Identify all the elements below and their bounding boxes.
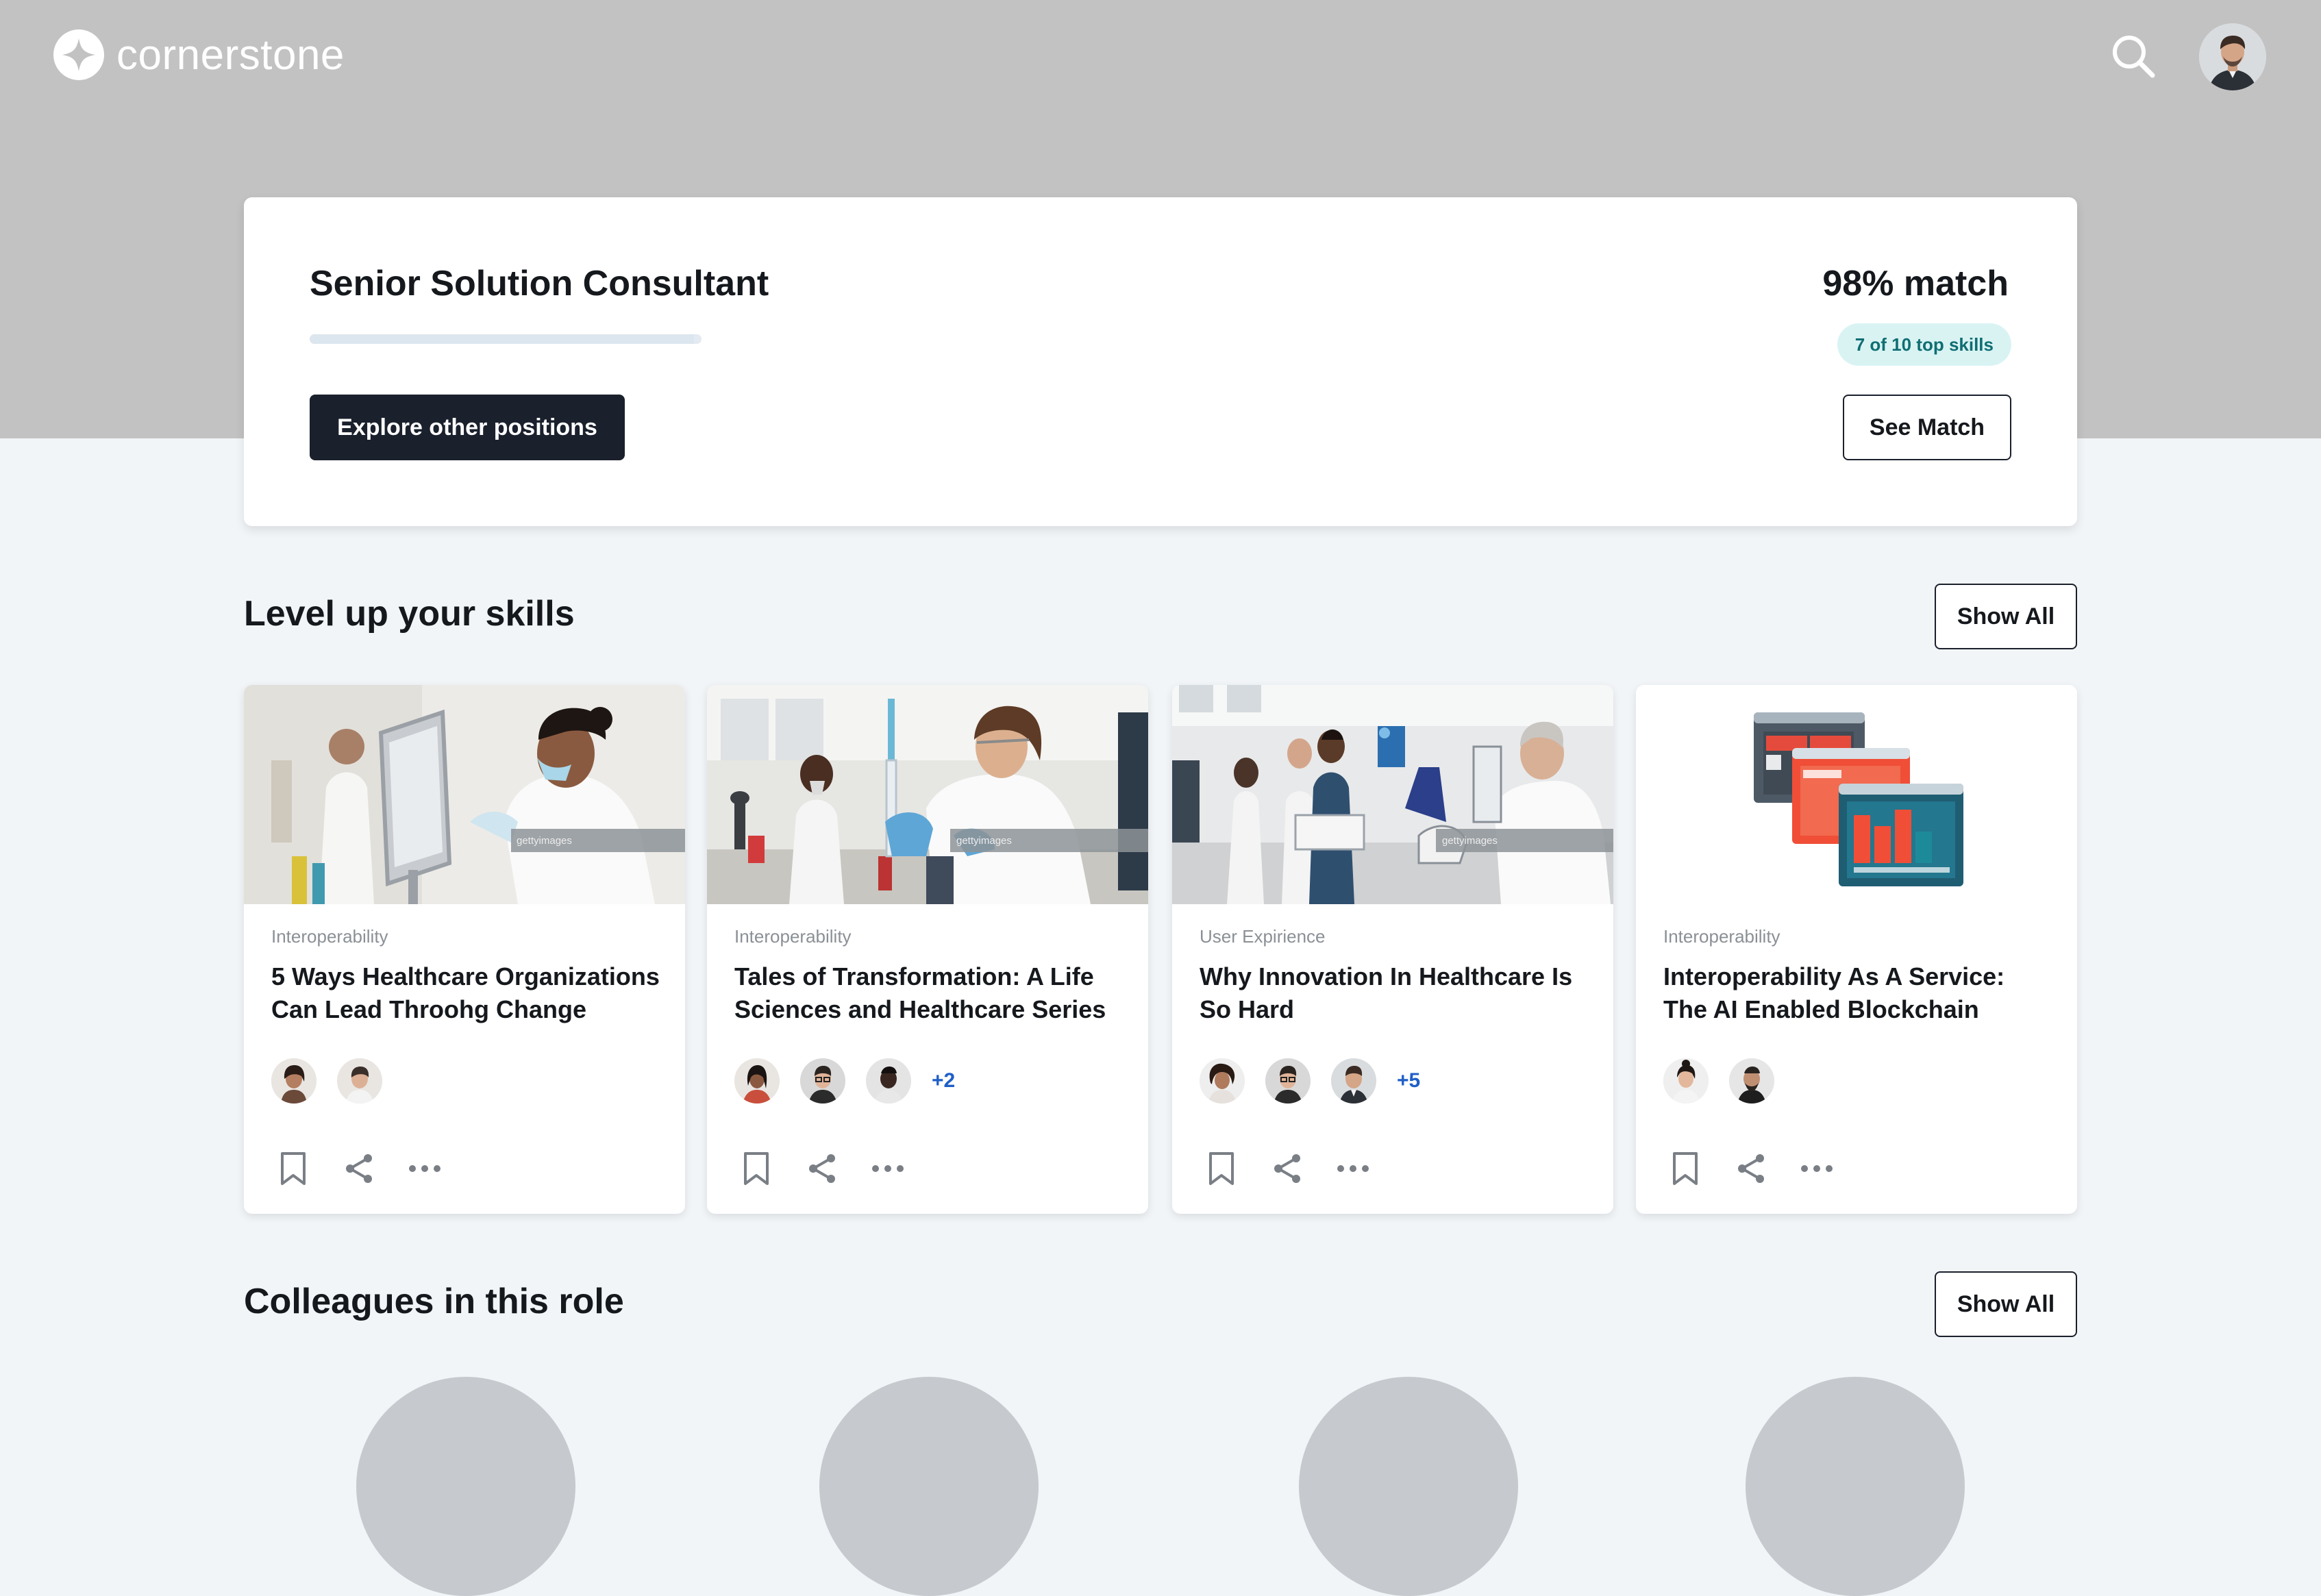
svg-text:gettyimages: gettyimages (956, 835, 1012, 847)
top-skills-badge: 7 of 10 top skills (1837, 323, 2011, 366)
skills-show-all-button[interactable]: Show All (1935, 584, 2077, 649)
logo-text: cornerstone (116, 31, 345, 79)
card-1-actions (271, 1143, 447, 1195)
colleague-avatar[interactable] (1299, 1377, 1518, 1596)
card-2-people: +2 (734, 1058, 955, 1104)
card-3-title[interactable]: Why Innovation In Healthcare Is So Hard (1200, 960, 1590, 1026)
card-1-people (271, 1058, 403, 1104)
person-avatar (800, 1058, 845, 1104)
bookmark-icon[interactable] (734, 1147, 778, 1190)
more-options-icon[interactable] (403, 1147, 447, 1190)
user-avatar[interactable] (2199, 23, 2266, 90)
card-3-image: gettyimages (1172, 685, 1613, 904)
card-4-actions (1663, 1143, 1839, 1195)
person-avatar (1200, 1058, 1245, 1104)
svg-text:gettyimages: gettyimages (517, 835, 572, 847)
colleague-avatar[interactable] (356, 1377, 575, 1596)
bookmark-icon[interactable] (1200, 1147, 1243, 1190)
cornerstone-logo[interactable]: cornerstone (53, 27, 345, 82)
card-4-category: Interoperability (1663, 926, 1780, 947)
card-2-extra-count[interactable]: +2 (932, 1069, 955, 1093)
skill-card-2[interactable]: gettyimages Interoperability Tales of Tr… (707, 685, 1148, 1214)
explore-positions-button[interactable]: Explore other positions (310, 395, 625, 460)
person-avatar (1265, 1058, 1311, 1104)
cornerstone-star-icon (53, 29, 104, 80)
card-2-title[interactable]: Tales of Transformation: A Life Sciences… (734, 960, 1125, 1026)
card-3-people: +5 (1200, 1058, 1420, 1104)
card-4-title[interactable]: Interoperability As A Service: The AI En… (1663, 960, 2054, 1026)
card-1-title[interactable]: 5 Ways Healthcare Organizations Can Lead… (271, 960, 662, 1026)
svg-text:gettyimages: gettyimages (1442, 835, 1498, 847)
more-options-icon[interactable] (1331, 1147, 1375, 1190)
card-2-category: Interoperability (734, 926, 852, 947)
card-4-image (1636, 685, 2077, 904)
bookmark-icon[interactable] (1663, 1147, 1707, 1190)
see-match-button[interactable]: See Match (1843, 395, 2011, 460)
person-avatar (1663, 1058, 1709, 1104)
card-3-actions (1200, 1143, 1375, 1195)
role-progress-bar (310, 334, 702, 344)
match-percentage: 98% match (1822, 264, 2009, 303)
card-1-image: gettyimages (244, 685, 685, 904)
level-up-section-title: Level up your skills (244, 594, 575, 634)
share-icon[interactable] (1265, 1147, 1309, 1190)
colleagues-section-title: Colleagues in this role (244, 1282, 624, 1321)
card-3-extra-count[interactable]: +5 (1397, 1069, 1420, 1093)
colleagues-show-all-button[interactable]: Show All (1935, 1271, 2077, 1337)
colleague-avatar[interactable] (1746, 1377, 1965, 1596)
person-avatar (734, 1058, 780, 1104)
person-avatar (337, 1058, 382, 1104)
card-3-category: User Expirience (1200, 926, 1326, 947)
person-avatar (1729, 1058, 1774, 1104)
person-avatar (271, 1058, 316, 1104)
share-icon[interactable] (800, 1147, 844, 1190)
role-progress-fill (310, 334, 694, 344)
skill-card-1[interactable]: gettyimages Interoperability 5 Ways Heal… (244, 685, 685, 1214)
card-1-category: Interoperability (271, 926, 388, 947)
card-2-actions (734, 1143, 910, 1195)
person-avatar (1331, 1058, 1376, 1104)
skill-card-4[interactable]: Interoperability Interoperability As A S… (1636, 685, 2077, 1214)
bookmark-icon[interactable] (271, 1147, 315, 1190)
skill-card-3[interactable]: gettyimages User Expirience Why Innovati… (1172, 685, 1613, 1214)
role-title: Senior Solution Consultant (310, 264, 769, 303)
share-icon[interactable] (337, 1147, 381, 1190)
card-2-image: gettyimages (707, 685, 1148, 904)
person-avatar (866, 1058, 911, 1104)
more-options-icon[interactable] (1795, 1147, 1839, 1190)
card-4-people (1663, 1058, 1795, 1104)
colleague-avatar[interactable] (819, 1377, 1039, 1596)
role-match-card: Senior Solution Consultant Explore other… (244, 197, 2077, 526)
more-options-icon[interactable] (866, 1147, 910, 1190)
share-icon[interactable] (1729, 1147, 1773, 1190)
search-icon[interactable] (2107, 30, 2159, 82)
